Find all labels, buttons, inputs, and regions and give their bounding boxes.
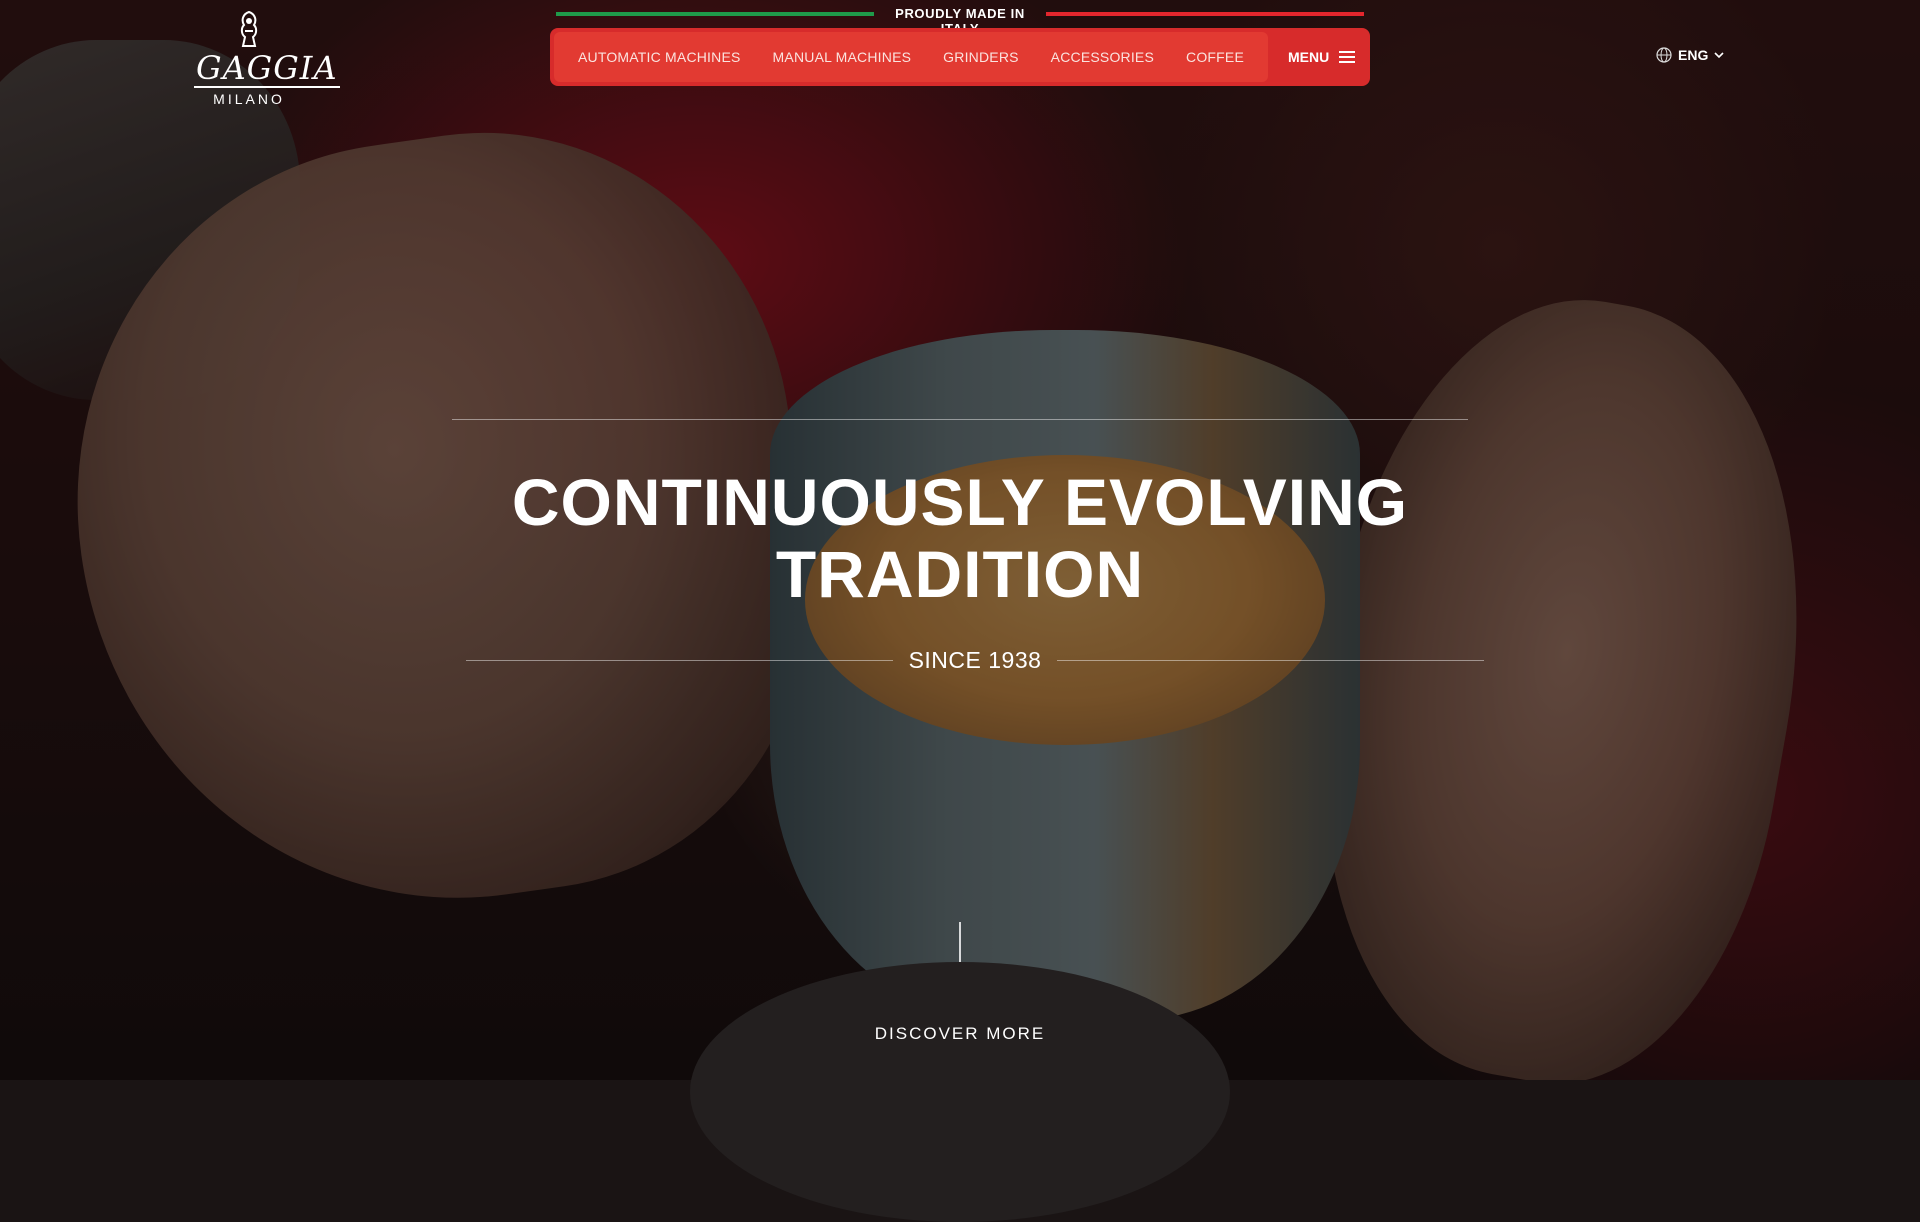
hamburger-icon <box>1339 48 1356 66</box>
nav-item-automatic-machines[interactable]: AUTOMATIC MACHINES <box>578 49 741 65</box>
hero-headline-line-1: CONTINUOUSLY EVOLVING <box>511 465 1409 539</box>
since-label: SINCE 1938 <box>908 646 1042 673</box>
nav-item-accessories[interactable]: ACCESSORIES <box>1051 49 1154 65</box>
flag-red-stripe <box>1046 12 1364 16</box>
menu-button[interactable]: MENU <box>1288 48 1356 66</box>
nav-links: AUTOMATIC MACHINES MANUAL MACHINES GRIND… <box>554 32 1268 82</box>
nav-item-grinders[interactable]: GRINDERS <box>943 49 1019 65</box>
logo-emblem-icon <box>240 10 258 47</box>
language-selector[interactable]: ENG <box>1656 47 1724 63</box>
discover-more-button[interactable]: DISCOVER MORE <box>690 962 1230 1222</box>
menu-label: MENU <box>1288 49 1330 65</box>
chevron-down-icon <box>1714 52 1724 59</box>
main-navigation: AUTOMATIC MACHINES MANUAL MACHINES GRIND… <box>550 28 1370 86</box>
brand-city: MILANO <box>213 91 285 107</box>
language-label: ENG <box>1678 47 1709 63</box>
nav-item-coffee[interactable]: COFFEE <box>1186 49 1244 65</box>
hero-headline-line-2: TRADITION <box>775 537 1145 611</box>
since-right-rule <box>1057 659 1485 661</box>
discover-more-label: DISCOVER MORE <box>874 1024 1046 1043</box>
headline-top-rule <box>452 419 1468 420</box>
hero-headline: CONTINUOUSLY EVOLVING TRADITION <box>360 466 1560 610</box>
nav-item-manual-machines[interactable]: MANUAL MACHINES <box>773 49 912 65</box>
brand-name: GAGGIA <box>194 49 340 88</box>
globe-icon <box>1656 47 1672 63</box>
brand-logo[interactable]: GAGGIA MILANO <box>194 10 340 107</box>
since-label-row: SINCE 1938 <box>466 642 1485 678</box>
since-left-rule <box>466 659 893 661</box>
flag-green-stripe <box>556 12 874 16</box>
made-in-italy-bar: PROUDLY MADE IN ITALY <box>556 6 1364 36</box>
